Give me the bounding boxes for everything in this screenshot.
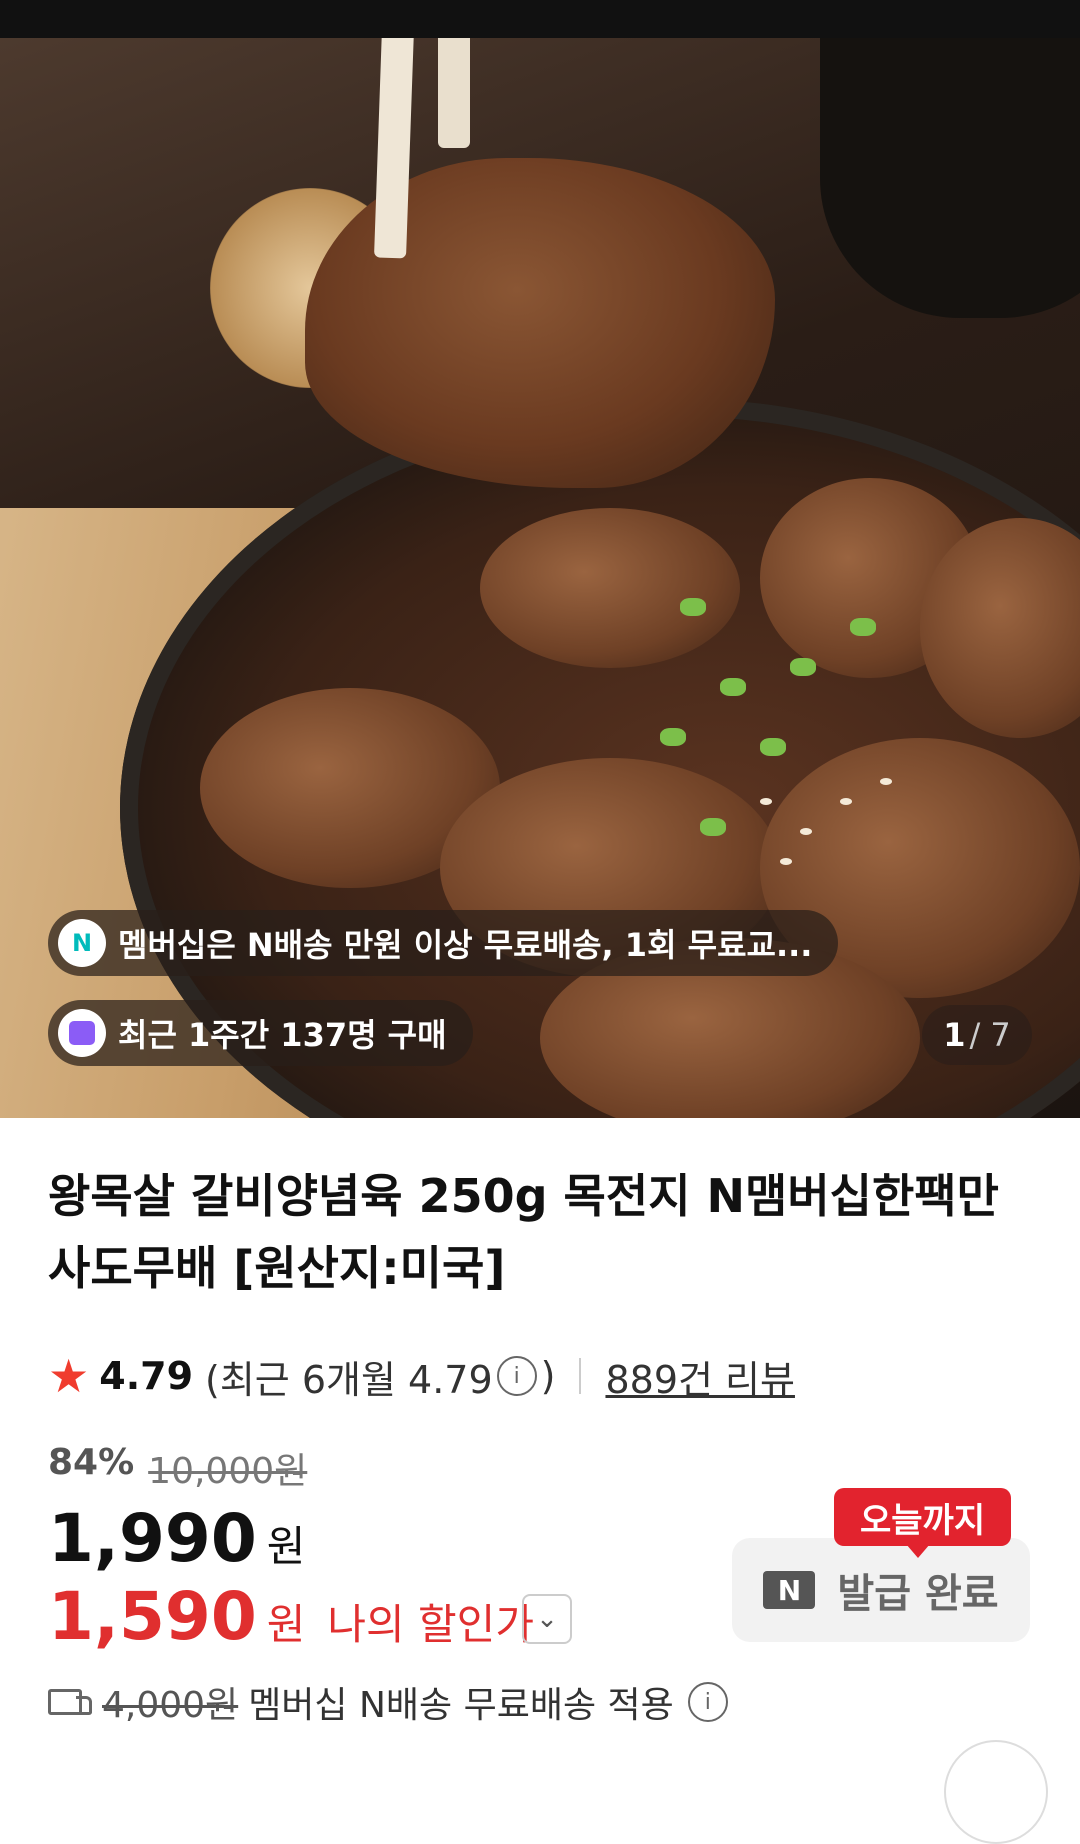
recent-rating: (최근 6개월 4.79 (205, 1357, 493, 1402)
product-title: 왕목살 갈비양념육 250g 목전지 N맴버십한팩만 사도무배 [원산지:미국] (48, 1169, 999, 1295)
my-price-unit: 원 (266, 1600, 306, 1649)
status-bar (0, 0, 1080, 38)
divider (579, 1358, 582, 1394)
original-price: 10,000원 (148, 1451, 308, 1492)
sesame (760, 798, 772, 805)
star-icon: ★ (48, 1349, 90, 1403)
info-icon[interactable]: i (496, 1356, 537, 1396)
membership-benefit-pill[interactable]: N 멤버십은 N배송 만원 이상 무료배송, 1회 무료교... (48, 910, 839, 976)
scallion (850, 618, 876, 636)
sesame (840, 798, 852, 805)
rating-score: 4.79 (99, 1354, 194, 1398)
sesame (800, 828, 812, 835)
shipping-text: 멤버십 N배송 무료배송 적용 (248, 1685, 674, 1726)
discount-percent: 84% (48, 1442, 135, 1483)
meat-piece (480, 508, 740, 668)
scroll-top-button[interactable] (944, 1740, 1048, 1844)
sale-price: 1,990 원 (48, 1500, 305, 1577)
coupon-status: 발급 완료 (837, 1571, 999, 1617)
scallion (660, 728, 686, 746)
shopping-bag-icon (58, 1009, 106, 1057)
product-image-carousel[interactable]: N 멤버십은 N배송 만원 이상 무료배송, 1회 무료교... 최근 1주간 … (0, 38, 1080, 1118)
discount-line: 84% 10,000원 (48, 1442, 307, 1494)
image-counter: 1 / 7 (922, 1005, 1032, 1065)
scallion (700, 818, 726, 836)
chevron-down-icon[interactable]: ⌄ (522, 1594, 572, 1644)
sale-price-unit: 원 (266, 1522, 306, 1571)
scallion (680, 598, 706, 616)
membership-benefit-text: 멤버십은 N배송 만원 이상 무료배송, 1회 무료교... (118, 926, 813, 964)
side-bowl (820, 38, 1080, 318)
recent-purchases-text: 최근 1주간 137명 구매 (118, 1016, 447, 1054)
image-counter-current: 1 (943, 1016, 966, 1054)
scallion (720, 678, 746, 696)
coupon-deadline-badge: 오늘까지 (834, 1488, 1012, 1558)
my-price-value: 1,590 (48, 1578, 257, 1655)
recent-rating-close: ) (540, 1354, 556, 1398)
sesame (880, 778, 892, 785)
chopstick (438, 38, 470, 148)
scallion (760, 738, 786, 756)
rating-row: ★ 4.79 (최근 6개월 4.79 i ) 889건 리뷰 (48, 1346, 795, 1406)
sale-price-value: 1,990 (48, 1500, 257, 1577)
naver-membership-icon: N (58, 919, 106, 967)
sesame (780, 858, 792, 865)
shipping-info: 4,000원 멤버십 N배송 무료배송 적용 i (48, 1676, 732, 1728)
truck-icon (48, 1687, 92, 1717)
scallion (790, 658, 816, 676)
info-icon[interactable]: i (687, 1682, 728, 1722)
image-counter-total: / 7 (969, 1016, 1011, 1054)
naver-logo-icon: N (763, 1571, 816, 1609)
review-count-link[interactable]: 889건 리뷰 (605, 1349, 795, 1404)
my-price-label: 나의 할인가 (327, 1600, 534, 1649)
original-shipping-fee: 4,000원 (102, 1685, 239, 1726)
my-discount-price[interactable]: 1,590 원 나의 할인가 (48, 1578, 534, 1655)
coupon-issued-button[interactable]: N 발급 완료 (732, 1538, 1030, 1642)
recent-purchases-pill: 최근 1주간 137명 구매 (48, 1000, 473, 1066)
